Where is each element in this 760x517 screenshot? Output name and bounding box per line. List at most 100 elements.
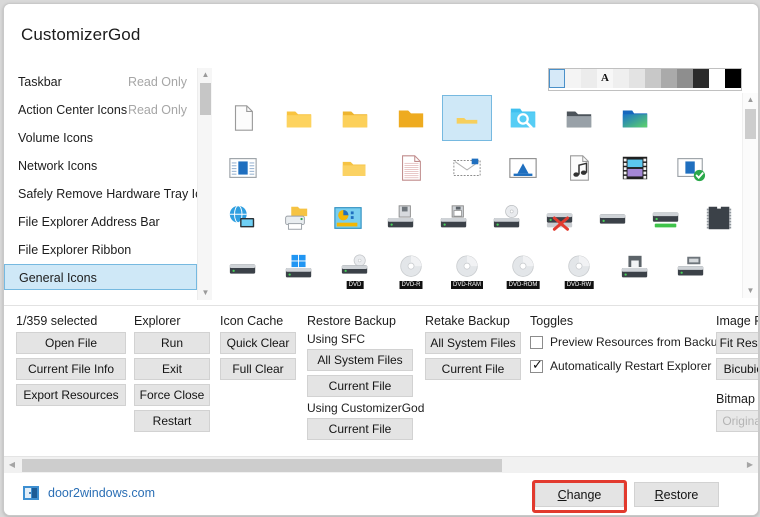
toggle-auto-restart-explorer[interactable]: Automatically Restart Explorer xyxy=(530,356,711,376)
icon-folder-search[interactable] xyxy=(498,95,548,141)
scrollbar-thumb[interactable] xyxy=(745,109,756,139)
icon-drive-dvd[interactable]: DVD xyxy=(330,245,380,291)
scrollbar-thumb[interactable] xyxy=(22,459,502,472)
drive-plain-icon xyxy=(599,214,625,224)
swatch-10[interactable]: A xyxy=(709,69,725,88)
retake-all-system-files-button[interactable]: All System Files xyxy=(425,332,521,354)
open-file-button[interactable]: Open File xyxy=(16,332,126,354)
icon-document-lined[interactable] xyxy=(386,145,436,191)
checkbox-unchecked-icon[interactable] xyxy=(530,335,543,349)
explorer-force-close-button[interactable]: Force Close xyxy=(134,384,210,406)
icon-memory-chip[interactable] xyxy=(695,195,742,241)
scroll-up-icon[interactable]: ▲ xyxy=(198,68,213,82)
restore-button[interactable]: Restore xyxy=(634,482,719,507)
image-resize-bicubic-button[interactable]: Bicubic xyxy=(716,358,758,380)
icon-disc-dvd-r[interactable]: DVD-R xyxy=(386,245,436,291)
icon-window-document[interactable] xyxy=(218,145,268,191)
icon-disc-dvd-rom[interactable]: DVD-ROM xyxy=(498,245,548,291)
page-title: CustomizerGod xyxy=(21,25,141,44)
icon-printer-folder[interactable] xyxy=(271,195,318,241)
icon-disc-dvd-ram[interactable]: DVD-RAM xyxy=(442,245,492,291)
icon-grid[interactable]: DVD DVD-R DVD-RAM DVD-ROM DVD-RW xyxy=(212,93,742,298)
icon-drive-plain[interactable] xyxy=(589,195,636,241)
scrollbar-thumb[interactable] xyxy=(200,83,211,115)
swatch-4[interactable] xyxy=(613,69,629,88)
icon-drive-label[interactable] xyxy=(666,245,716,291)
icon-film-strip[interactable] xyxy=(610,145,660,191)
checkbox-checked-icon[interactable] xyxy=(530,357,544,373)
icon-folder-selected[interactable] xyxy=(442,95,492,141)
sidebar-item-action-center-icons[interactable]: Action Center Icons Read Only xyxy=(4,96,197,124)
export-resources-button[interactable]: Export Resources xyxy=(16,384,126,406)
category-list-scrollbar[interactable]: ▲ ▼ xyxy=(197,68,213,300)
swatch-7[interactable] xyxy=(661,69,677,88)
icon-drive-optical[interactable] xyxy=(483,195,530,241)
icon-window-document-check[interactable] xyxy=(666,145,716,191)
icon-folder-yellow-small[interactable] xyxy=(330,145,380,191)
sidebar-item-safely-remove-hardware-tray-icon[interactable]: Safely Remove Hardware Tray Icon xyxy=(4,180,215,208)
swatch-11[interactable] xyxy=(725,69,741,88)
icon-drive-green-bar[interactable] xyxy=(642,195,689,241)
icon-drive-disk[interactable] xyxy=(430,195,477,241)
icon-drive-floppy[interactable] xyxy=(377,195,424,241)
current-file-info-button[interactable]: Current File Info xyxy=(16,358,126,380)
icon-network-globe[interactable] xyxy=(218,195,265,241)
icon-folder-yellow[interactable] xyxy=(274,95,324,141)
footer-bar: door2windows.com Change Restore xyxy=(4,473,758,515)
explorer-run-button[interactable]: Run xyxy=(134,332,210,354)
swatch-5[interactable] xyxy=(629,69,645,88)
bitmap-original-button[interactable]: Original xyxy=(716,410,758,432)
sidebar-item-taskbar[interactable]: Taskbar Read Only xyxy=(4,68,197,96)
folder-yellow-open-icon xyxy=(342,111,368,128)
scroll-left-icon[interactable]: ◀ xyxy=(4,457,20,473)
sidebar-item-network-icons[interactable]: Network Icons xyxy=(4,152,197,180)
icon-folder-yellow-solid[interactable] xyxy=(386,95,436,141)
sidebar-item-general-icons[interactable]: General Icons xyxy=(4,264,197,290)
scroll-right-icon[interactable]: ▶ xyxy=(742,457,758,473)
scroll-up-icon[interactable]: ▲ xyxy=(743,93,758,107)
sidebar-item-file-explorer-address-bar[interactable]: File Explorer Address Bar xyxy=(4,208,197,236)
icon-grid-scrollbar[interactable]: ▲ ▼ xyxy=(742,93,758,298)
sidebar-item-file-explorer-ribbon[interactable]: File Explorer Ribbon xyxy=(4,236,197,264)
swatch-0[interactable] xyxy=(549,69,565,88)
swatch-9[interactable] xyxy=(693,69,709,88)
swatch-2[interactable] xyxy=(581,69,597,88)
icon-music-note-file[interactable] xyxy=(554,145,604,191)
swatch-8[interactable] xyxy=(677,69,693,88)
icon-drive-plain2[interactable] xyxy=(218,245,268,291)
icon-windows-logo[interactable] xyxy=(274,245,324,291)
icon-drive-save[interactable] xyxy=(610,245,660,291)
music-note-file-icon xyxy=(570,155,589,181)
swatch-3[interactable]: A xyxy=(597,69,613,88)
restore-sfc-all-system-files-button[interactable]: All System Files xyxy=(307,349,413,371)
image-resize-fit-button[interactable]: Fit Resiz xyxy=(716,332,758,354)
background-swatch-toolbar[interactable]: AA xyxy=(548,68,742,91)
scroll-down-icon[interactable]: ▼ xyxy=(198,286,213,300)
icon-folder-gradient[interactable] xyxy=(610,95,660,141)
icon-drive-disconnected[interactable] xyxy=(536,195,583,241)
category-list: Taskbar Read Only Action Center Icons Read … xyxy=(4,65,215,305)
restore-cg-current-file-button[interactable]: Current File xyxy=(307,418,413,440)
icon-cache-quick-clear-button[interactable]: Quick Clear xyxy=(220,332,296,354)
icon-folder-gray[interactable] xyxy=(554,95,604,141)
icon-blank-document[interactable] xyxy=(218,95,268,141)
restore-button-label: estore xyxy=(663,488,699,502)
sidebar-item-volume-icons[interactable]: Volume Icons xyxy=(4,124,197,152)
tools-panel: 1/359 selected Open File Current File In… xyxy=(4,305,758,456)
swatch-1[interactable] xyxy=(565,69,581,88)
change-button[interactable]: Change xyxy=(535,482,624,507)
icon-disc-dvd-rw[interactable]: DVD-RW xyxy=(554,245,604,291)
restore-sfc-current-file-button[interactable]: Current File xyxy=(307,375,413,397)
icon-cache-full-clear-button[interactable]: Full Clear xyxy=(220,358,296,380)
icon-envelope-mail[interactable] xyxy=(442,145,492,191)
icon-presentation-chart[interactable] xyxy=(324,195,371,241)
icon-folder-yellow-open[interactable] xyxy=(330,95,380,141)
explorer-exit-button[interactable]: Exit xyxy=(134,358,210,380)
explorer-restart-button[interactable]: Restart xyxy=(134,410,210,432)
brand-link[interactable]: door2windows.com xyxy=(22,484,155,502)
icon-picture-frame[interactable] xyxy=(498,145,548,191)
swatch-6[interactable] xyxy=(645,69,661,88)
scroll-down-icon[interactable]: ▼ xyxy=(743,284,758,298)
toggle-preview-resources[interactable]: Preview Resources from Backup xyxy=(530,332,724,352)
retake-current-file-button[interactable]: Current File xyxy=(425,358,521,380)
